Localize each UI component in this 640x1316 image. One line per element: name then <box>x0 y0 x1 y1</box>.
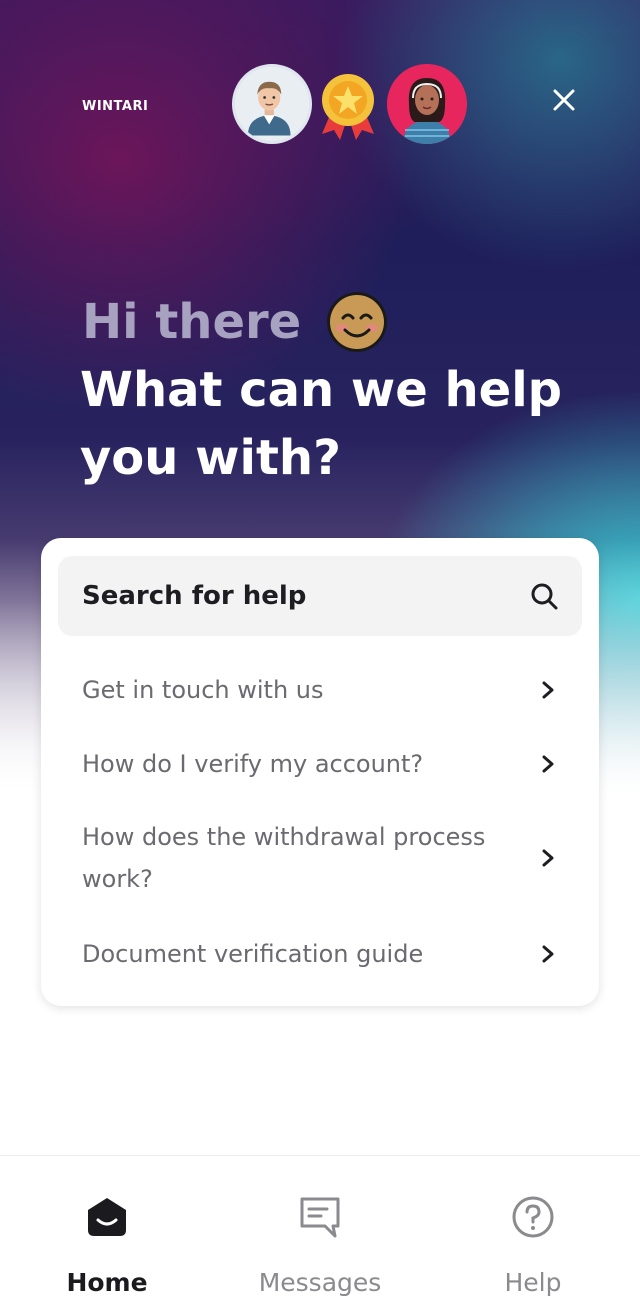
help-item-get-in-touch[interactable]: Get in touch with us <box>82 669 558 711</box>
brand-logo: WINTARI <box>82 99 149 114</box>
headline: What can we help you with? <box>80 362 563 486</box>
help-card: Search for help Get in touch with us How… <box>41 538 599 1006</box>
help-item-label: Document verification guide <box>82 940 424 968</box>
search-help-button[interactable]: Search for help <box>58 556 582 636</box>
medal-icon <box>318 70 378 142</box>
help-icon <box>512 1196 554 1238</box>
tab-label: Messages <box>258 1268 382 1297</box>
search-label: Search for help <box>82 581 307 611</box>
bottom-tab-bar: Home Messages Help <box>0 1155 640 1316</box>
help-item-label: How does the withdrawal process work? <box>82 823 486 893</box>
help-item-withdrawal-process[interactable]: How does the withdrawal process work? <box>82 816 558 900</box>
team-avatars <box>232 64 472 144</box>
messages-icon <box>300 1197 340 1238</box>
chevron-right-icon <box>542 945 554 963</box>
close-icon <box>553 89 575 111</box>
chevron-right-icon <box>542 681 554 699</box>
tab-label: Home <box>66 1268 148 1297</box>
agent-avatar-male <box>232 64 312 144</box>
greeting-text: Hi there <box>82 294 302 350</box>
chevron-right-icon <box>542 755 554 773</box>
help-item-verify-account[interactable]: How do I verify my account? <box>82 743 558 785</box>
agent-avatar-female <box>387 64 467 144</box>
chevron-right-icon <box>542 849 554 867</box>
close-button[interactable] <box>546 82 582 118</box>
tab-help[interactable]: Help <box>443 1156 623 1316</box>
tab-home[interactable]: Home <box>17 1156 197 1316</box>
search-icon <box>531 583 558 610</box>
help-item-document-verification[interactable]: Document verification guide <box>82 933 558 975</box>
help-item-label: How do I verify my account? <box>82 750 424 778</box>
help-item-label: Get in touch with us <box>82 676 324 704</box>
tab-messages[interactable]: Messages <box>230 1156 410 1316</box>
home-icon <box>88 1198 126 1236</box>
tab-label: Help <box>504 1268 562 1297</box>
greeting: Hi there <box>82 290 389 354</box>
smiling-face-icon <box>327 292 388 352</box>
